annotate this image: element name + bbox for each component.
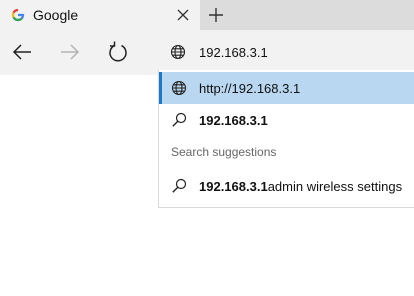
selection-accent bbox=[159, 72, 162, 104]
tab-strip: Google bbox=[0, 0, 414, 30]
google-g-icon bbox=[11, 8, 25, 22]
address-input[interactable]: 192.168.3.1 bbox=[199, 45, 268, 60]
tab-google[interactable]: Google bbox=[0, 0, 200, 30]
search-suggestions-heading: Search suggestions bbox=[171, 145, 277, 159]
suggestion-text: http://192.168.3.1 bbox=[199, 81, 301, 96]
arrow-right-icon[interactable] bbox=[58, 40, 82, 64]
refresh-icon[interactable] bbox=[106, 40, 130, 64]
suggestion-query: 192.168.3.1 bbox=[199, 179, 268, 194]
close-icon[interactable] bbox=[175, 7, 191, 23]
suggestion-text: 192.168.3.1 bbox=[199, 113, 268, 128]
search-icon bbox=[172, 178, 187, 193]
address-bar[interactable]: 192.168.3.1 bbox=[158, 34, 414, 70]
globe-icon bbox=[171, 80, 187, 96]
arrow-left-icon[interactable] bbox=[10, 40, 34, 64]
suggestion-dropdown: http://192.168.3.1 192.168.3.1 Search su… bbox=[158, 70, 414, 208]
search-suggestion[interactable]: 192.168.3.1admin wireless settings bbox=[159, 170, 414, 202]
tab-title: Google bbox=[33, 7, 79, 23]
plus-icon[interactable] bbox=[206, 6, 226, 24]
globe-icon bbox=[170, 44, 186, 60]
suggestion-text: 192.168.3.1admin wireless settings bbox=[199, 179, 402, 194]
suggestion-url[interactable]: http://192.168.3.1 bbox=[159, 72, 414, 104]
suggestion-completion: admin wireless settings bbox=[267, 179, 403, 194]
search-icon bbox=[172, 112, 187, 127]
suggestion-search[interactable]: 192.168.3.1 bbox=[159, 104, 414, 136]
